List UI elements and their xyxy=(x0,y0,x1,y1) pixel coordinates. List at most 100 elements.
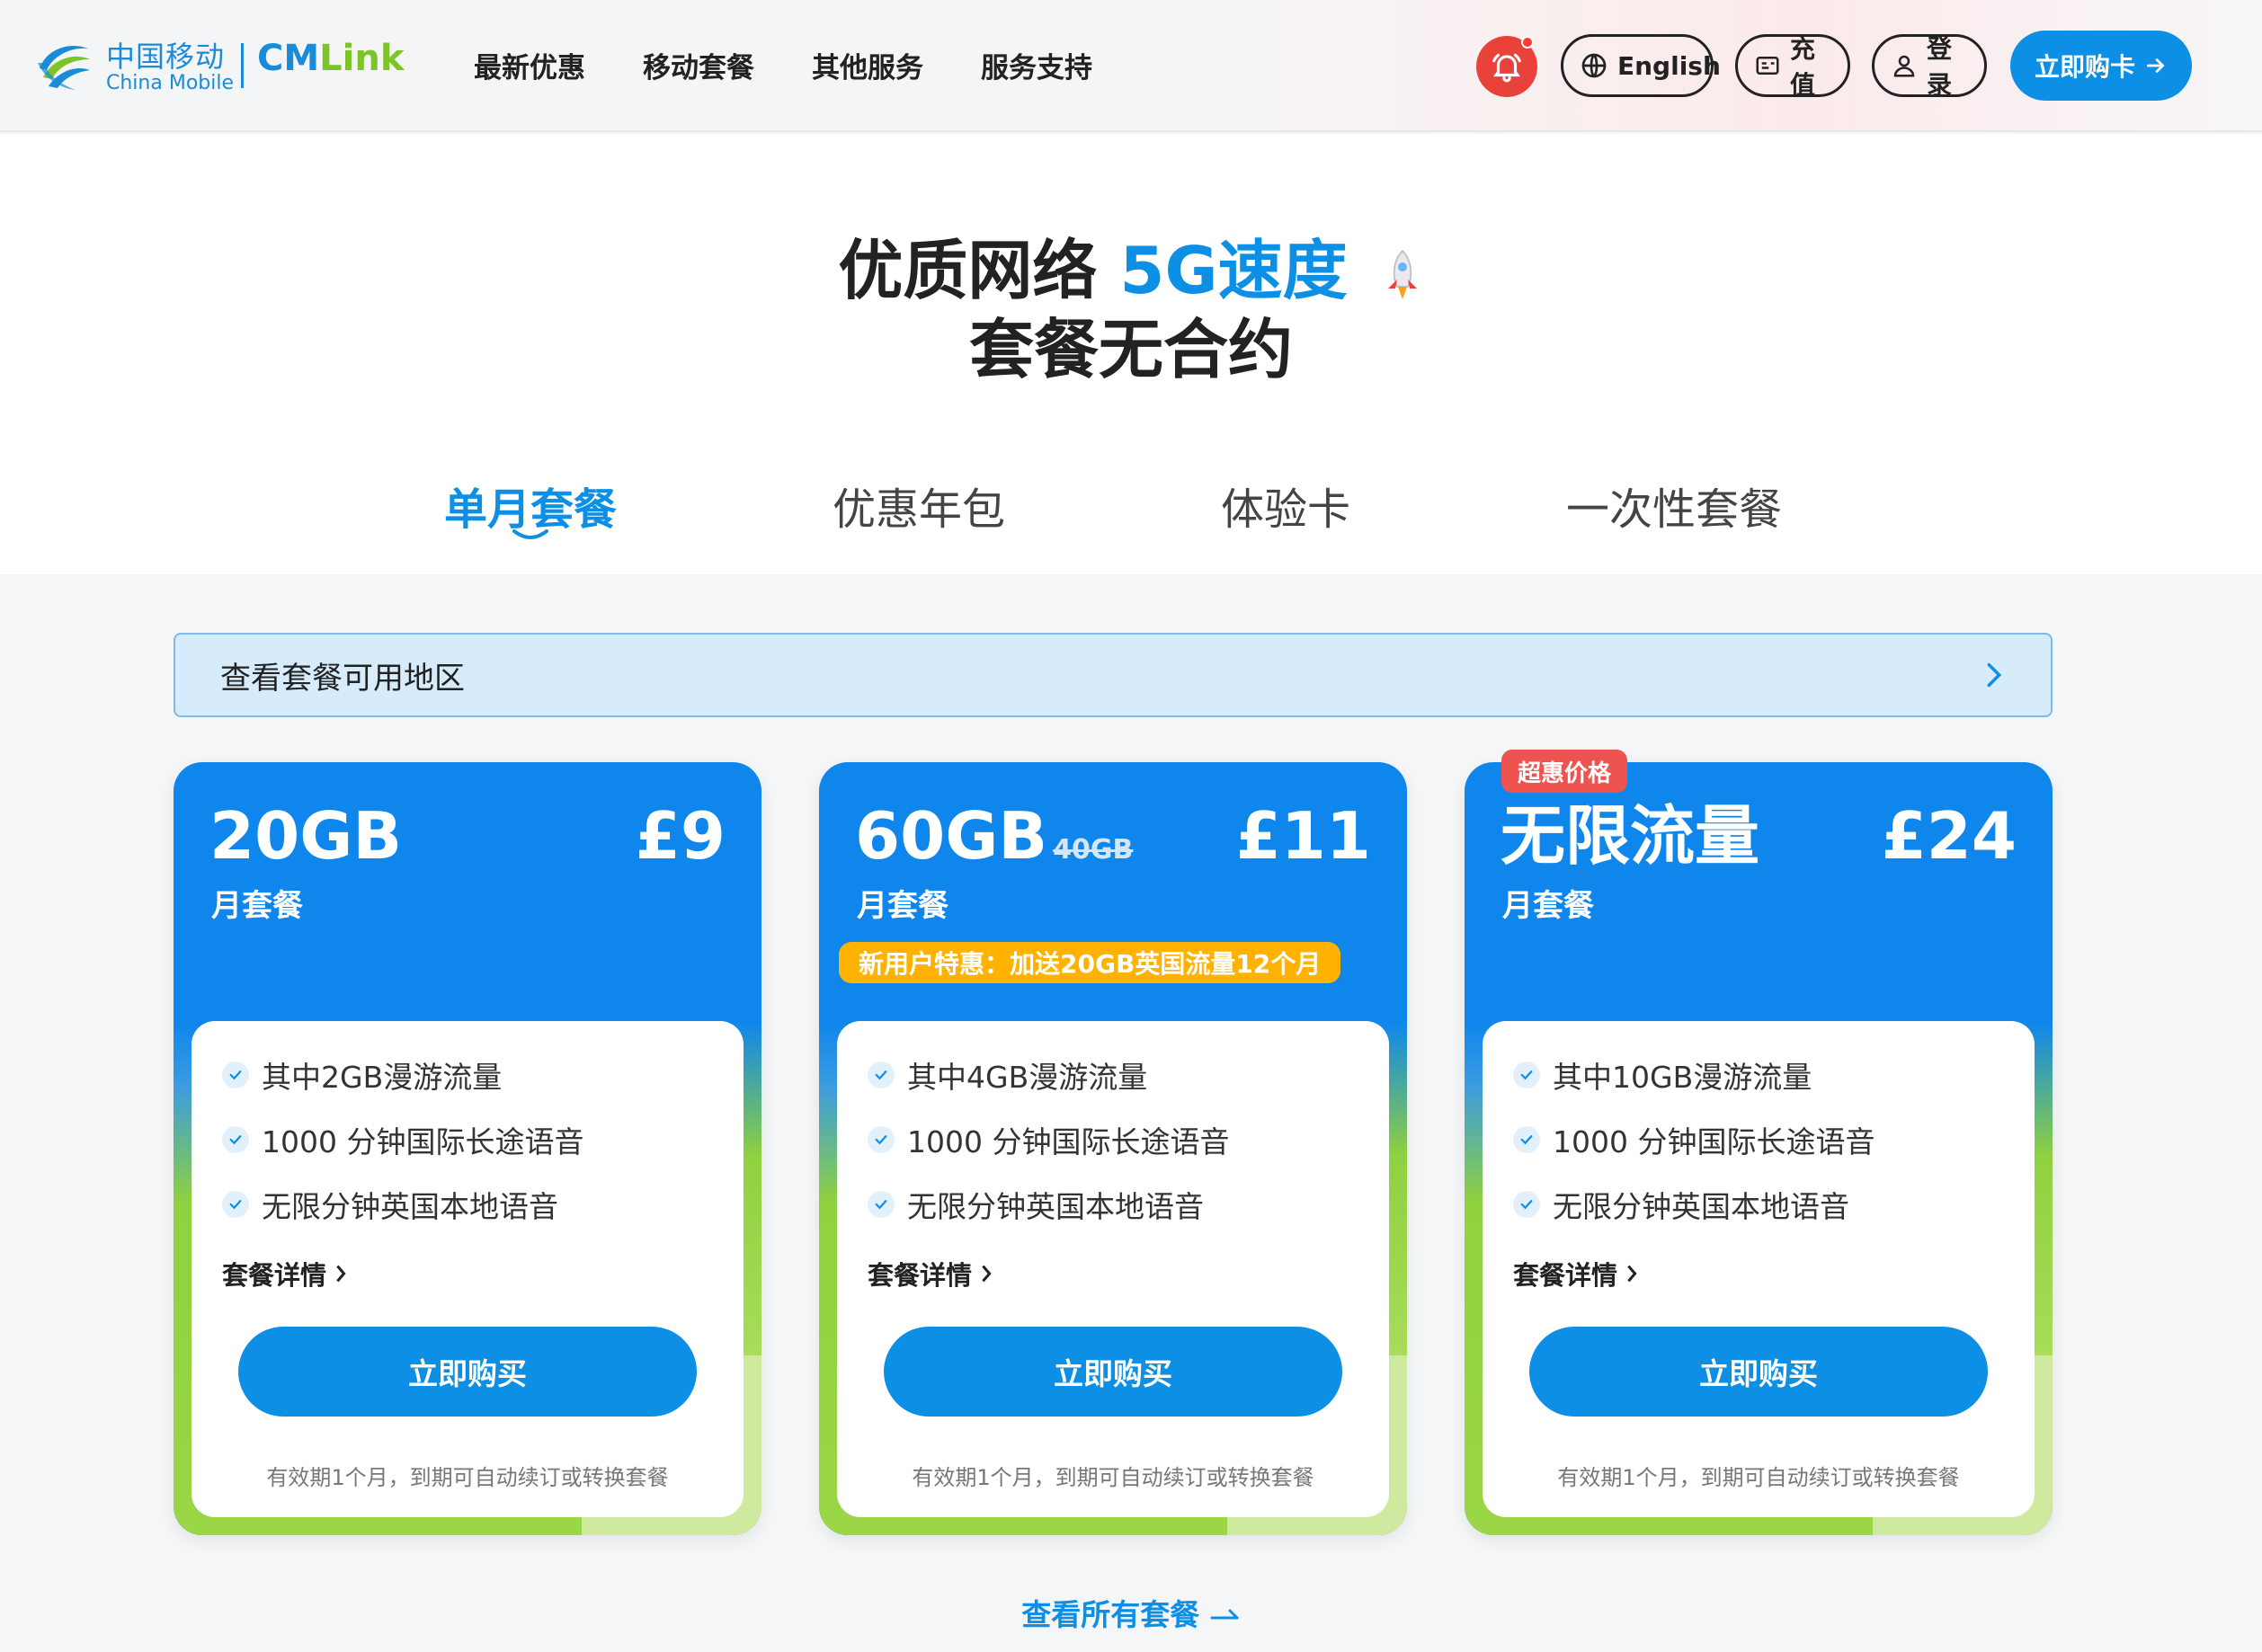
plan-type: 月套餐 xyxy=(1502,888,1594,924)
plan-card-20gb: 20GB £9 月套餐 其中2GB漫游流量 1000 分钟国际长途语音 无限分钟… xyxy=(174,762,761,1535)
plan-feature: 无限分钟英国本地语音 xyxy=(222,1183,558,1226)
plan-card-60gb: 60GB 40GB £11 月套餐 新用户特惠：加送20GB英国流量12个月 其中… xyxy=(819,762,1407,1535)
tab-annual[interactable]: 优惠年包 xyxy=(833,474,1005,537)
plan-card-body: 其中4GB漫游流量 1000 分钟国际长途语音 无限分钟英国本地语音 套餐详情 … xyxy=(837,1021,1389,1517)
topup-card-icon xyxy=(1756,57,1779,75)
plan-details-label: 套餐详情 xyxy=(1513,1260,1618,1291)
special-price-tag: 超惠价格 xyxy=(1501,750,1628,793)
login-button[interactable]: 登录 xyxy=(1872,34,1987,100)
plan-data-amount: 60GB 40GB xyxy=(855,800,1133,886)
check-icon xyxy=(222,1126,249,1153)
plan-feature: 其中4GB漫游流量 xyxy=(868,1053,1147,1097)
bell-icon xyxy=(1492,53,1521,83)
plan-feature-text: 其中2GB漫游流量 xyxy=(262,1060,503,1095)
plan-feature-text: 1000 分钟国际长途语音 xyxy=(907,1124,1230,1159)
nav-item-other-services[interactable]: 其他服务 xyxy=(812,45,923,85)
plan-feature-text: 无限分钟英国本地语音 xyxy=(262,1189,558,1224)
plan-feature: 其中10GB漫游流量 xyxy=(1513,1053,1812,1097)
available-regions-bar[interactable]: 查看套餐可用地区 xyxy=(174,633,2053,717)
plan-feature-text: 无限分钟英国本地语音 xyxy=(1553,1189,1849,1224)
plan-feature-text: 1000 分钟国际长途语音 xyxy=(262,1124,584,1159)
cmlink-logo-link: Link xyxy=(319,38,405,79)
hero-section: 优质网络 5G速度 套餐无合约 单月套餐 优惠年包 体验卡 一次性套餐 xyxy=(0,134,2262,574)
check-icon xyxy=(1513,1191,1540,1218)
plan-feature-text: 其中4GB漫游流量 xyxy=(907,1060,1148,1095)
plan-validity-note: 有效期1个月，到期可自动续订或转换套餐 xyxy=(266,1465,669,1490)
logo-en-text: China Mobile xyxy=(106,72,235,94)
buy-now-button[interactable]: 立即购买 xyxy=(238,1327,697,1417)
plan-feature-text: 其中10GB漫游流量 xyxy=(1553,1060,1812,1095)
nav-item-latest-offers[interactable]: 最新优惠 xyxy=(474,45,585,85)
view-all-plans-link[interactable]: 查看所有套餐 xyxy=(0,1591,2262,1634)
login-label: 登录 xyxy=(1927,34,1953,100)
plan-feature: 无限分钟英国本地语音 xyxy=(868,1183,1204,1226)
plan-data-value: 60GB xyxy=(855,798,1048,874)
plan-validity-note: 有效期1个月，到期可自动续订或转换套餐 xyxy=(1557,1465,1960,1490)
globe-icon xyxy=(1581,53,1607,78)
plan-price: £24 xyxy=(1881,798,2017,874)
arrow-right-icon xyxy=(1210,1609,1239,1620)
chevron-right-icon xyxy=(1987,662,2002,688)
plan-details-label: 套餐详情 xyxy=(868,1260,973,1291)
check-icon xyxy=(222,1061,249,1088)
plan-feature: 1000 分钟国际长途语音 xyxy=(1513,1118,1875,1161)
chevron-right-icon xyxy=(1627,1265,1637,1283)
chevron-right-icon xyxy=(336,1265,346,1283)
plan-data-amount: 无限流量 xyxy=(1501,798,1760,874)
buy-now-button[interactable]: 立即购买 xyxy=(1529,1327,1988,1417)
hero-title-highlight: 5G速度 xyxy=(1119,233,1348,308)
check-icon xyxy=(868,1191,895,1218)
check-icon xyxy=(868,1126,895,1153)
cmlink-logo-cm: CM xyxy=(257,38,320,79)
check-icon xyxy=(1513,1061,1540,1088)
plan-validity-note: 有效期1个月，到期可自动续订或转换套餐 xyxy=(912,1465,1314,1490)
topup-button[interactable]: 充值 xyxy=(1735,34,1850,100)
language-switch-button[interactable]: English xyxy=(1561,34,1721,97)
buy-card-label: 立即购卡 xyxy=(2034,52,2135,82)
logo-cn-text: 中国移动 xyxy=(106,40,226,74)
plan-details-link[interactable]: 套餐详情 xyxy=(1513,1255,1639,1292)
plan-feature: 1000 分钟国际长途语音 xyxy=(222,1118,583,1161)
hero-title-line2: 套餐无合约 xyxy=(968,312,1293,387)
rocket-icon xyxy=(1387,250,1417,300)
arrow-right-icon xyxy=(2146,58,2165,73)
plan-card-body: 其中10GB漫游流量 1000 分钟国际长途语音 无限分钟英国本地语音 套餐详情… xyxy=(1483,1021,2035,1517)
tab-one-time[interactable]: 一次性套餐 xyxy=(1566,474,1782,537)
plan-details-label: 套餐详情 xyxy=(222,1260,327,1291)
available-regions-label: 查看套餐可用地区 xyxy=(220,660,465,697)
plan-price: £9 xyxy=(635,798,726,874)
nav-item-support[interactable]: 服务支持 xyxy=(981,45,1092,85)
cmlink-logo: CMLink xyxy=(257,38,404,79)
plan-details-link[interactable]: 套餐详情 xyxy=(222,1255,348,1292)
plan-feature: 其中2GB漫游流量 xyxy=(222,1053,502,1097)
main-nav: 最新优惠 移动套餐 其他服务 服务支持 xyxy=(474,45,1092,85)
notification-button[interactable] xyxy=(1476,36,1537,97)
tab-trial[interactable]: 体验卡 xyxy=(1221,474,1350,537)
plan-old-data: 40GB xyxy=(1053,834,1134,866)
notification-dot xyxy=(1521,36,1534,49)
plan-type: 月套餐 xyxy=(857,888,948,924)
hero-title-prefix: 优质网络 xyxy=(838,233,1098,308)
plan-type: 月套餐 xyxy=(211,888,303,924)
plan-details-link[interactable]: 套餐详情 xyxy=(868,1255,993,1292)
site-header: 中国移动 China Mobile CMLink 最新优惠 移动套餐 其他服务 … xyxy=(0,0,2262,132)
check-icon xyxy=(222,1191,249,1218)
buy-card-button[interactable]: 立即购卡 xyxy=(2010,31,2192,101)
plan-feature: 无限分钟英国本地语音 xyxy=(1513,1183,1849,1226)
plan-card-unlimited: 无限流量 £24 月套餐 其中10GB漫游流量 1000 分钟国际长途语音 无限… xyxy=(1465,762,2053,1535)
plan-feature-text: 1000 分钟国际长途语音 xyxy=(1553,1124,1875,1159)
new-user-promo-badge: 新用户特惠：加送20GB英国流量12个月 xyxy=(839,942,1341,983)
nav-item-mobile-plans[interactable]: 移动套餐 xyxy=(643,45,754,85)
plan-card-body: 其中2GB漫游流量 1000 分钟国际长途语音 无限分钟英国本地语音 套餐详情 … xyxy=(191,1021,744,1517)
check-icon xyxy=(1513,1126,1540,1153)
plan-feature-text: 无限分钟英国本地语音 xyxy=(907,1189,1204,1224)
plan-tabs: 单月套餐 优惠年包 体验卡 一次性套餐 xyxy=(0,474,2262,546)
brand-logo[interactable]: 中国移动 China Mobile CMLink xyxy=(34,32,404,101)
active-tab-indicator xyxy=(512,529,548,539)
view-all-plans-label: 查看所有套餐 xyxy=(1021,1597,1200,1632)
hero-title-line1: 优质网络 5G速度 xyxy=(0,230,2262,311)
buy-now-button[interactable]: 立即购买 xyxy=(884,1327,1342,1417)
chevron-right-icon xyxy=(982,1265,992,1283)
china-mobile-logo-icon xyxy=(38,45,90,90)
plan-price: £11 xyxy=(1235,798,1371,874)
